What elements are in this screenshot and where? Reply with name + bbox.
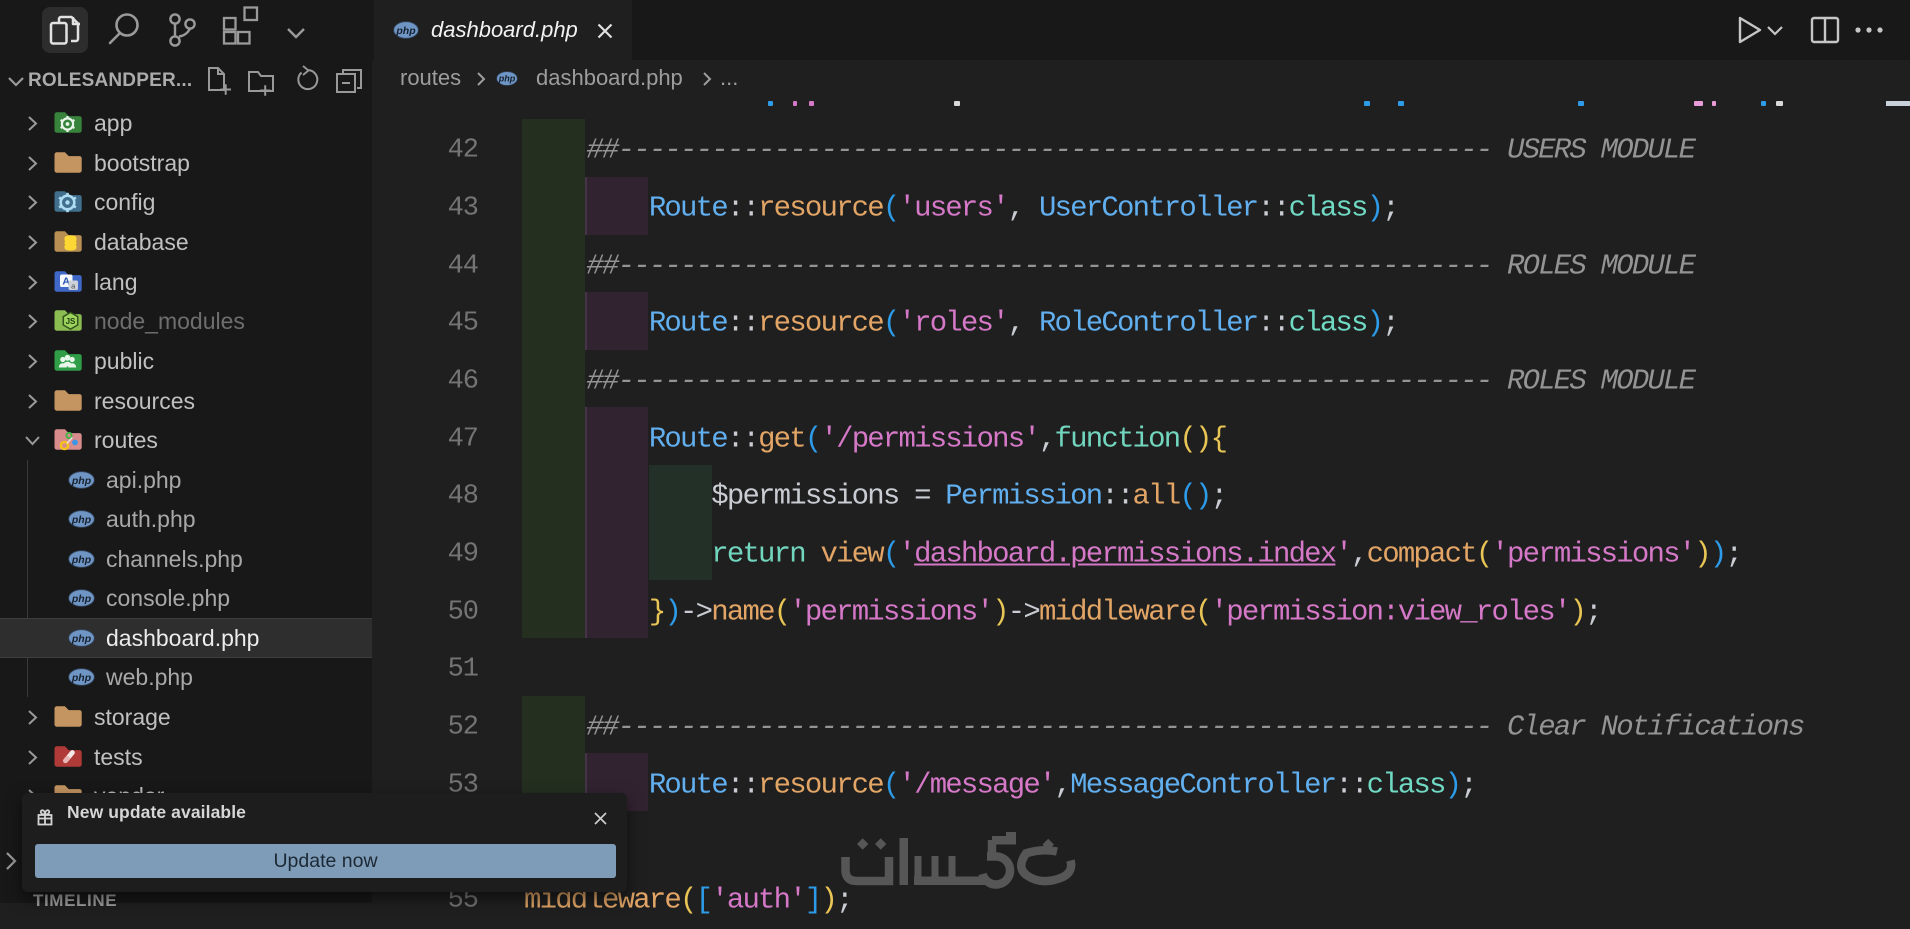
svg-text:php: php — [71, 672, 92, 684]
svg-text:php: php — [498, 74, 516, 84]
svg-text:php: php — [71, 554, 92, 566]
svg-text:php: php — [71, 514, 92, 526]
svg-text:php: php — [395, 25, 416, 37]
svg-text:JS: JS — [66, 317, 76, 326]
svg-text:php: php — [71, 633, 92, 645]
svg-text:php: php — [71, 593, 92, 605]
svg-text:php: php — [71, 475, 92, 487]
